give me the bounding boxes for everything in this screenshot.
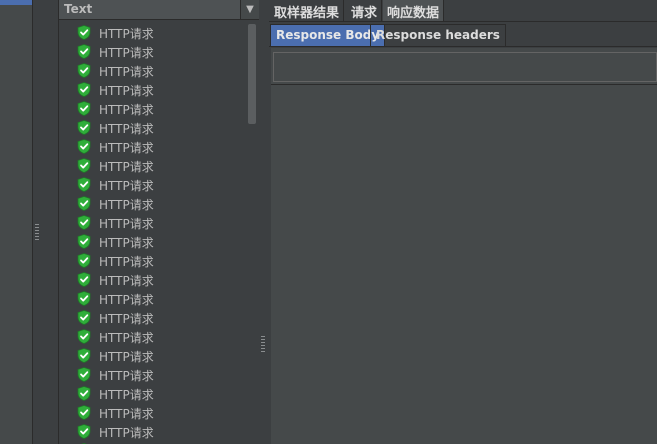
- tree-item[interactable]: HTTP请求: [77, 384, 245, 403]
- tree-item[interactable]: HTTP请求: [77, 80, 245, 99]
- tree-item-label: HTTP请求: [99, 369, 154, 383]
- success-shield-icon: [77, 215, 91, 230]
- tree-item[interactable]: HTTP请求: [77, 213, 245, 232]
- success-shield-icon: [77, 291, 91, 306]
- tree-item-label: HTTP请求: [99, 198, 154, 212]
- tree-item-label: HTTP请求: [99, 274, 154, 288]
- results-tree-panel: Text ▼ HTTP请求 HTTP请求 HTTP请求 HTTP请求 HTTP请求 HTT…: [58, 0, 260, 444]
- success-shield-icon: [77, 253, 91, 268]
- tree-item-label: HTTP请求: [99, 122, 154, 136]
- success-shield-icon: [77, 329, 91, 344]
- tree-item-label: HTTP请求: [99, 388, 154, 402]
- tree-item-label: HTTP请求: [99, 331, 154, 345]
- scrollbar-thumb[interactable]: [248, 24, 256, 124]
- tree-item[interactable]: HTTP请求: [77, 137, 245, 156]
- tree-item[interactable]: HTTP请求: [77, 365, 245, 384]
- tree-item-label: HTTP请求: [99, 103, 154, 117]
- success-shield-icon: [77, 405, 91, 420]
- detail-tabs: 取样器结果 请求 响应数据: [269, 0, 657, 22]
- tree-item[interactable]: HTTP请求: [77, 99, 245, 118]
- success-shield-icon: [77, 25, 91, 40]
- main-splitter-grip[interactable]: [261, 336, 265, 352]
- tree-item[interactable]: HTTP请求: [77, 270, 245, 289]
- tree-item-label: HTTP请求: [99, 217, 154, 231]
- success-shield-icon: [77, 348, 91, 363]
- success-shield-icon: [77, 386, 91, 401]
- success-shield-icon: [77, 196, 91, 211]
- success-shield-icon: [77, 424, 91, 439]
- left-navigation-strip: [0, 0, 33, 444]
- tree-item-label: HTTP请求: [99, 426, 154, 440]
- renderer-select[interactable]: Text ▼: [59, 0, 259, 20]
- divider: [271, 84, 657, 85]
- result-detail-panel: 取样器结果 请求 响应数据 Response Body Response hea…: [269, 0, 657, 444]
- tree-item[interactable]: HTTP请求: [77, 251, 245, 270]
- tree-item-label: HTTP请求: [99, 236, 154, 250]
- success-shield-icon: [77, 367, 91, 382]
- success-shield-icon: [77, 63, 91, 78]
- chevron-down-icon[interactable]: ▼: [240, 0, 259, 19]
- selected-node-indicator: [0, 0, 32, 5]
- success-shield-icon: [77, 120, 91, 135]
- tree-item[interactable]: HTTP请求: [77, 308, 245, 327]
- tab-response-body[interactable]: Response Body: [270, 24, 386, 46]
- tree-item-label: HTTP请求: [99, 312, 154, 326]
- tree-item[interactable]: HTTP请求: [77, 194, 245, 213]
- success-shield-icon: [77, 44, 91, 59]
- tree-item-label: HTTP请求: [99, 407, 154, 421]
- tree-item-label: HTTP请求: [99, 160, 154, 174]
- results-tree-scrollbar[interactable]: [245, 20, 259, 444]
- tree-item-label: HTTP请求: [99, 350, 154, 364]
- success-shield-icon: [77, 272, 91, 287]
- tree-item[interactable]: HTTP请求: [77, 403, 245, 422]
- tree-item[interactable]: HTTP请求: [77, 346, 245, 365]
- tree-item[interactable]: HTTP请求: [77, 118, 245, 137]
- response-search-field[interactable]: [273, 52, 657, 82]
- tree-item[interactable]: HTTP请求: [77, 61, 245, 80]
- success-shield-icon: [77, 101, 91, 116]
- results-tree: HTTP请求 HTTP请求 HTTP请求 HTTP请求 HTTP请求 HTTP请求 HTTP…: [59, 20, 245, 444]
- app-window: Text ▼ HTTP请求 HTTP请求 HTTP请求 HTTP请求 HTTP请求 HTT…: [0, 0, 657, 444]
- success-shield-icon: [77, 310, 91, 325]
- tab-sampler-result[interactable]: 取样器结果: [270, 0, 345, 21]
- tree-item[interactable]: HTTP请求: [77, 175, 245, 194]
- left-splitter-grip[interactable]: [35, 224, 39, 240]
- tree-item-label: HTTP请求: [99, 46, 154, 60]
- success-shield-icon: [77, 177, 91, 192]
- tree-item-label: HTTP请求: [99, 27, 154, 41]
- left-splitter[interactable]: [33, 0, 58, 444]
- tree-item[interactable]: HTTP请求: [77, 422, 245, 441]
- tree-item-label: HTTP请求: [99, 179, 154, 193]
- tab-request[interactable]: 请求: [347, 0, 383, 21]
- tree-item-label: HTTP请求: [99, 141, 154, 155]
- tree-item-label: HTTP请求: [99, 84, 154, 98]
- success-shield-icon: [77, 158, 91, 173]
- tree-item-label: HTTP请求: [99, 255, 154, 269]
- tree-item[interactable]: HTTP请求: [77, 156, 245, 175]
- response-body-area[interactable]: [271, 48, 657, 444]
- success-shield-icon: [77, 234, 91, 249]
- main-splitter[interactable]: [259, 0, 269, 444]
- tree-item[interactable]: HTTP请求: [77, 232, 245, 251]
- renderer-select-value: Text: [64, 2, 93, 16]
- tree-item[interactable]: HTTP请求: [77, 327, 245, 346]
- tree-item[interactable]: HTTP请求: [77, 42, 245, 61]
- tree-item[interactable]: HTTP请求: [77, 289, 245, 308]
- success-shield-icon: [77, 82, 91, 97]
- tab-response-data[interactable]: 响应数据: [383, 0, 445, 21]
- tree-item-label: HTTP请求: [99, 65, 154, 79]
- success-shield-icon: [77, 139, 91, 154]
- tree-item[interactable]: HTTP请求: [77, 23, 245, 42]
- tree-item-label: HTTP请求: [99, 293, 154, 307]
- response-view-tabs: Response Body Response headers: [269, 24, 657, 47]
- tab-response-headers[interactable]: Response headers: [370, 24, 506, 46]
